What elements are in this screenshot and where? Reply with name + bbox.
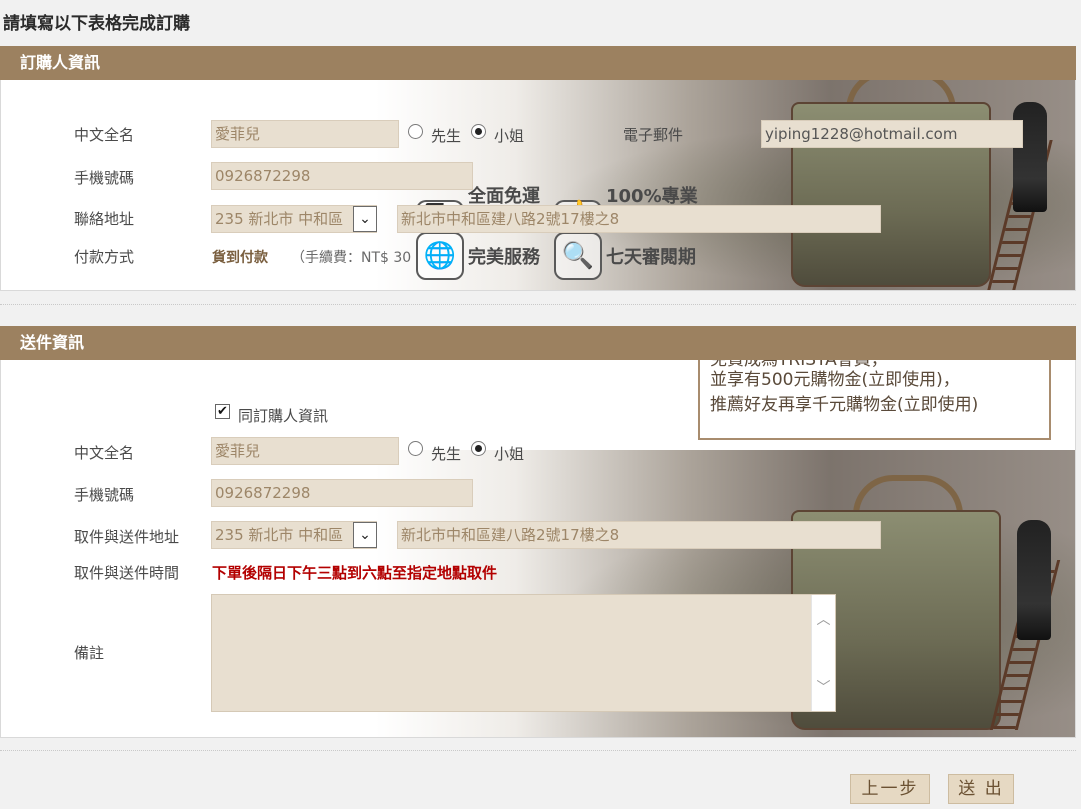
buyer-address-label: 聯絡地址 <box>74 210 135 228</box>
chevron-down-icon[interactable]: ⌄ <box>353 206 377 232</box>
chevron-up-icon[interactable]: ︿ <box>812 609 835 629</box>
delivery-note-label: 備註 <box>74 644 105 662</box>
delivery-panel: 免費成為TRISTA會員， 並享有500元購物金(立即使用)， 推薦好友再享千元… <box>0 360 1076 738</box>
same-as-buyer-checkbox[interactable]: ✔ <box>215 404 230 419</box>
promo-line-3: 推薦好友再享千元購物金(立即使用) <box>710 395 979 415</box>
buyer-payment-label: 付款方式 <box>74 248 135 266</box>
buyer-section-header: 訂購人資訊 <box>0 46 1076 80</box>
section-divider <box>0 750 1076 751</box>
buyer-gender-mr-radio[interactable] <box>408 124 423 139</box>
buyer-gender-ms-label: 小姐 <box>494 127 525 145</box>
chevron-down-icon[interactable]: ⌄ <box>353 522 377 548</box>
badge-perfect-service: 🌐 完美服務 <box>416 230 540 282</box>
note-scrollbar[interactable]: ︿ ﹀ <box>811 595 835 711</box>
model-figure-image <box>1017 520 1051 640</box>
buyer-email-label: 電子郵件 <box>623 126 684 144</box>
payment-fee-text: （手續費：NT$ 30 <box>291 250 412 266</box>
buyer-phone-field[interactable]: 0926872298 <box>211 162 473 190</box>
delivery-name-label: 中文全名 <box>74 444 135 462</box>
buyer-email-field[interactable]: yiping1228@hotmail.com <box>761 120 1023 148</box>
buyer-address-field[interactable]: 新北市中和區建八路2號17樓之8 <box>397 205 881 233</box>
buyer-phone-label: 手機號碼 <box>74 169 135 187</box>
promo-box: 免費成為TRISTA會員， 並享有500元購物金(立即使用)， 推薦好友再享千元… <box>698 360 1051 440</box>
delivery-gender-mr-radio[interactable] <box>408 441 423 456</box>
buyer-gender-ms-radio[interactable] <box>471 124 486 139</box>
delivery-name-field[interactable]: 愛菲兒 <box>211 437 399 465</box>
badge-review-period-text: 七天審閱期 <box>606 247 696 268</box>
prev-step-button[interactable]: 上一步 <box>850 774 930 804</box>
payment-method-text: 貨到付款 <box>212 250 268 266</box>
model-figure-image <box>1013 102 1047 212</box>
delivery-phone-label: 手機號碼 <box>74 486 135 504</box>
submit-button[interactable]: 送 出 <box>948 774 1014 804</box>
chevron-down-icon[interactable]: ﹀ <box>812 677 835 697</box>
delivery-gender-ms-radio[interactable] <box>471 441 486 456</box>
badge-review-period: 🔍 七天審閱期 <box>554 230 696 282</box>
same-as-buyer-label: 同訂購人資訊 <box>238 407 329 425</box>
delivery-gender-mr-label: 先生 <box>431 445 462 463</box>
promo-line-1: 免費成為TRISTA會員， <box>710 360 1039 368</box>
page-title: 請填寫以下表格完成訂購 <box>3 14 190 34</box>
badge-perfect-service-text: 完美服務 <box>468 247 540 268</box>
section-divider <box>0 304 1076 305</box>
delivery-note-textarea[interactable]: ︿ ﹀ <box>211 594 836 712</box>
delivery-address-label: 取件與送件地址 <box>74 528 180 546</box>
delivery-address-field[interactable]: 新北市中和區建八路2號17樓之8 <box>397 521 881 549</box>
delivery-time-text: 下單後隔日下午三點到六點至指定地點取件 <box>212 564 498 582</box>
delivery-section-header: 送件資訊 <box>0 326 1076 360</box>
buyer-name-field[interactable]: 愛菲兒 <box>211 120 399 148</box>
buyer-panel: ⛟ 全面免運 👍 100%專業 🌐 完美服務 🔍 七天審閱期 中文全名 愛菲兒 … <box>0 80 1076 291</box>
magnifier-icon: 🔍 <box>554 232 602 280</box>
delivery-time-label: 取件與送件時間 <box>74 564 180 582</box>
delivery-phone-field[interactable]: 0926872298 <box>211 479 473 507</box>
buyer-name-label: 中文全名 <box>74 126 135 144</box>
delivery-gender-ms-label: 小姐 <box>494 445 525 463</box>
globe-icon: 🌐 <box>416 232 464 280</box>
buyer-gender-mr-label: 先生 <box>431 127 462 145</box>
promo-line-2: 並享有500元購物金(立即使用)， <box>710 370 960 390</box>
